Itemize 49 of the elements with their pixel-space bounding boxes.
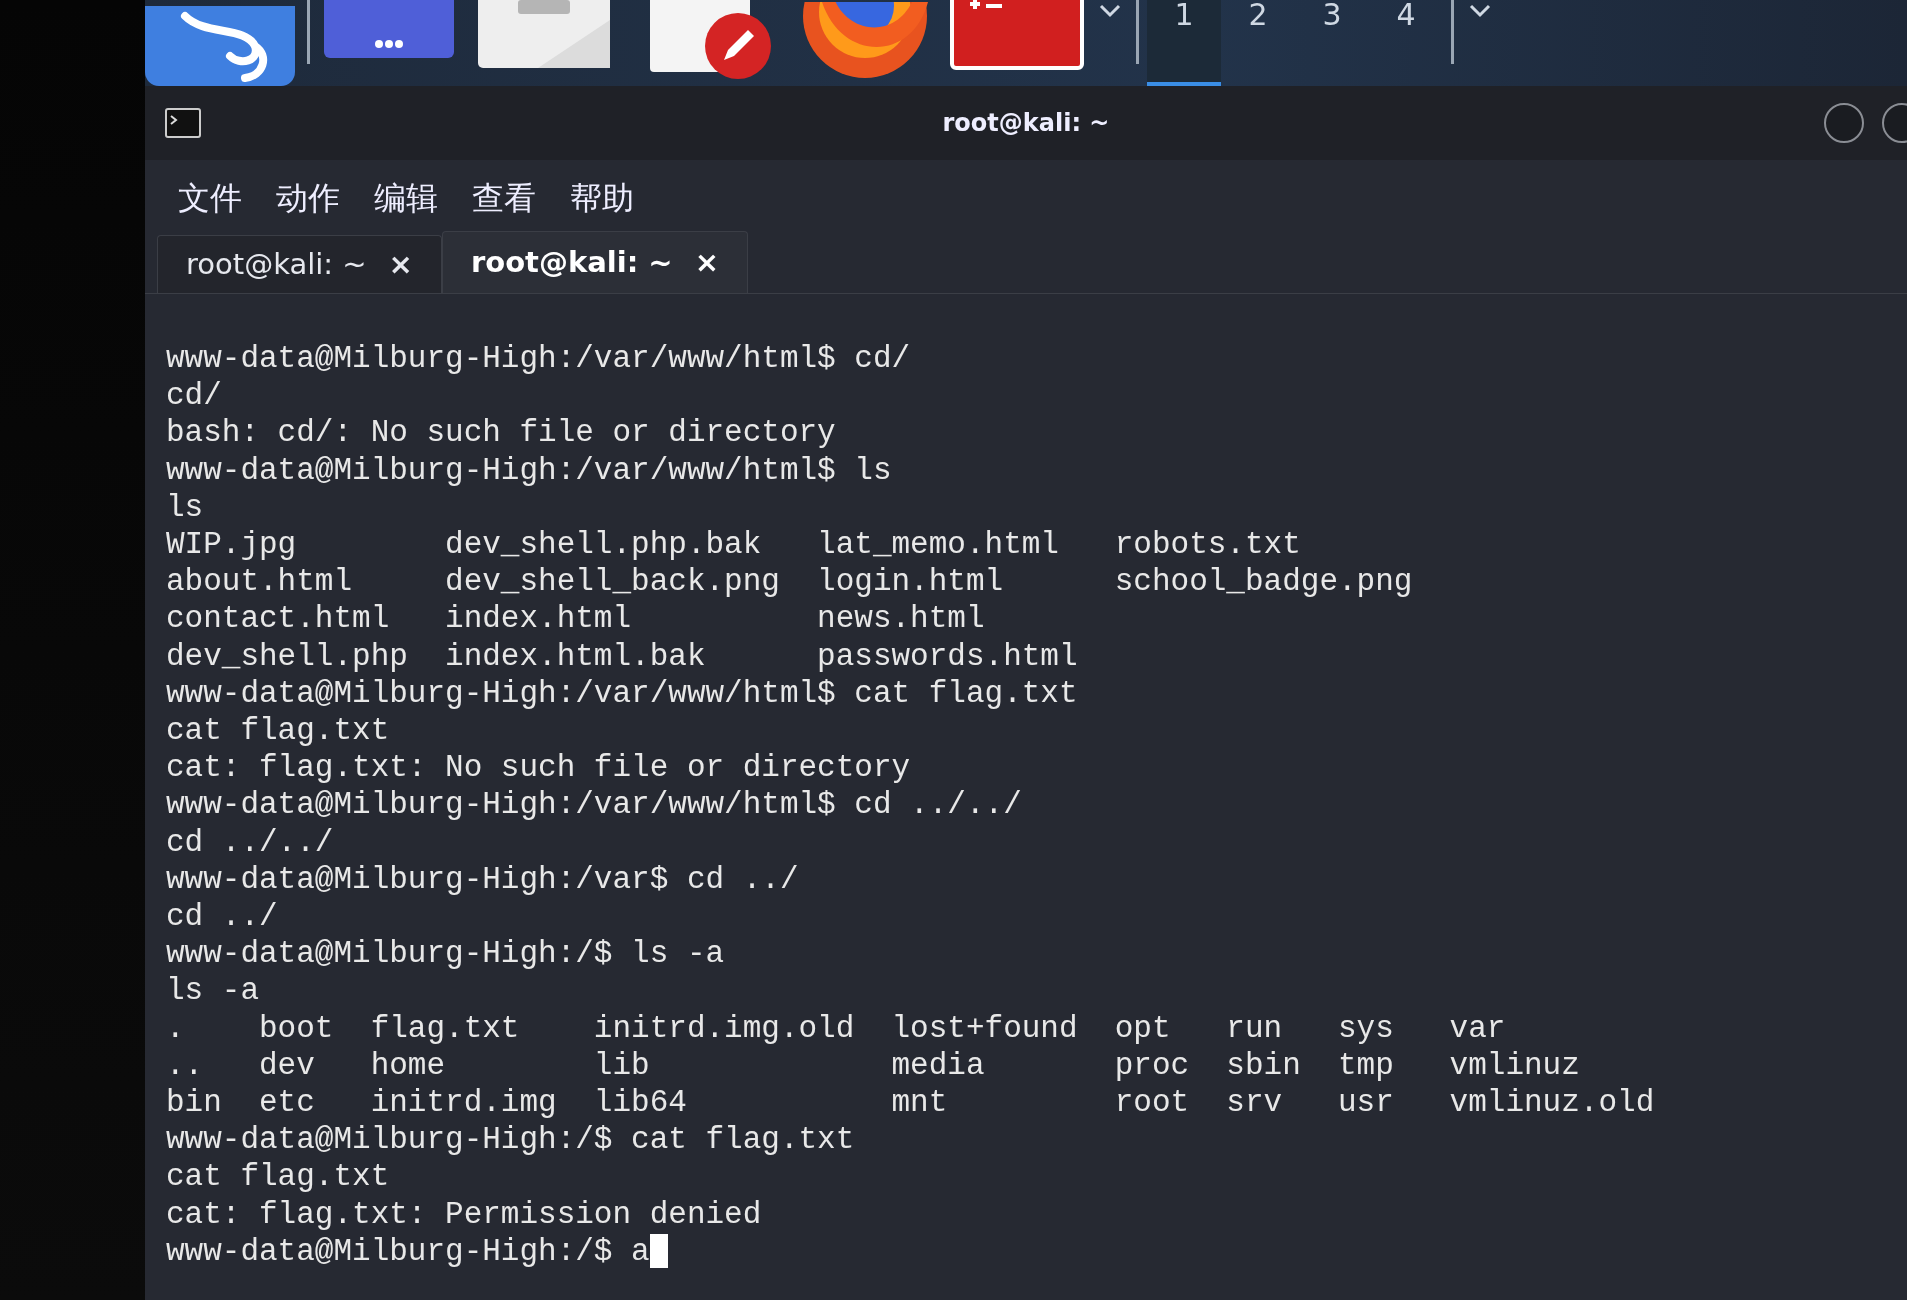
close-icon[interactable]: × — [694, 240, 719, 285]
dragon-logo-icon[interactable] — [145, 6, 295, 86]
terminal-line: about.html dev_shell_back.png login.html school_badge.png — [166, 563, 1413, 601]
terminal-line: ls — [166, 488, 204, 526]
terminal-line: www-data@Milburg-High:/var/www/html$ cd/ — [166, 340, 911, 378]
menu-item[interactable]: 文件 — [178, 174, 242, 222]
terminal-line: contact.html index.html news.html — [166, 600, 985, 638]
workspace-button[interactable]: 1 — [1147, 0, 1221, 86]
terminal-line: cat: flag.txt: Permission denied — [166, 1195, 762, 1233]
window-title: root@kali: ~ — [942, 108, 1110, 139]
app-menu-icon[interactable] — [324, 0, 454, 60]
menu-item[interactable]: 编辑 — [374, 174, 438, 222]
menu-item[interactable]: 帮助 — [570, 174, 634, 222]
close-icon[interactable]: × — [388, 242, 413, 287]
minimize-button-icon[interactable] — [1823, 102, 1865, 144]
file-manager-icon[interactable] — [478, 0, 610, 70]
terminal-line: .. dev home lib media proc sbin tmp vmlinuz — [166, 1046, 1580, 1085]
menu-item[interactable]: 查看 — [472, 174, 536, 222]
menu-item[interactable]: 动作 — [276, 174, 340, 222]
terminal-line: www-data@Milburg-High:/$ cat flag.txt — [166, 1121, 855, 1159]
terminal-line: bin etc initrd.img lib64 mnt root srv usr vmlinuz.old — [166, 1084, 1655, 1122]
terminal-line: cat: flag.txt: No such file or directory — [166, 749, 911, 787]
terminal-line: www-data@Milburg-High:/var/www/html$ ls — [166, 451, 892, 489]
text-cursor — [649, 1234, 668, 1269]
terminal-icon — [165, 108, 201, 138]
firefox-icon[interactable] — [802, 2, 928, 78]
terminal-icon[interactable] — [950, 0, 1084, 70]
terminal-line: dev_shell.php index.html.bak passwords.html — [166, 637, 1078, 675]
terminal-line: www-data@Milburg-High:/var$ cd ../ — [166, 860, 799, 899]
workspace-button[interactable]: 3 — [1295, 0, 1369, 86]
terminal-line: www-data@Milburg-High:/$ ls -a — [166, 935, 725, 973]
terminal-line: ls -a — [166, 972, 259, 1010]
chevron-down-icon[interactable] — [1098, 4, 1122, 18]
terminal-line: www-data@Milburg-High:/var/www/html$ cat flag.txt — [166, 674, 1078, 713]
terminal-tab[interactable]: root@kali: ~ × — [441, 231, 748, 293]
terminal-line: cd ../../ — [166, 823, 334, 861]
terminal-line: www-data@Milburg-High:/var/www/html$ cd ../../ — [166, 786, 1022, 824]
terminal-line: cat flag.txt — [166, 712, 390, 750]
terminal-line: WIP.jpg dev_shell.php.bak lat_memo.html robots.txt — [166, 526, 1301, 564]
workspace-button[interactable]: 4 — [1369, 0, 1443, 86]
terminal-tab[interactable]: root@kali: ~ × — [157, 235, 442, 293]
terminal-line: cd/ — [166, 377, 222, 415]
terminal-line: cd ../ — [166, 898, 278, 936]
terminal-line: www-data@Milburg-High:/$ a — [166, 1232, 650, 1271]
workspace-button[interactable]: 2 — [1221, 0, 1295, 86]
terminal-line: bash: cd/: No such file or directory — [166, 414, 836, 452]
terminal-line: cat flag.txt — [166, 1158, 390, 1196]
chevron-down-icon[interactable] — [1468, 4, 1492, 18]
terminal-line: . boot flag.txt initrd.img.old lost+found opt run sys var — [166, 1009, 1506, 1047]
